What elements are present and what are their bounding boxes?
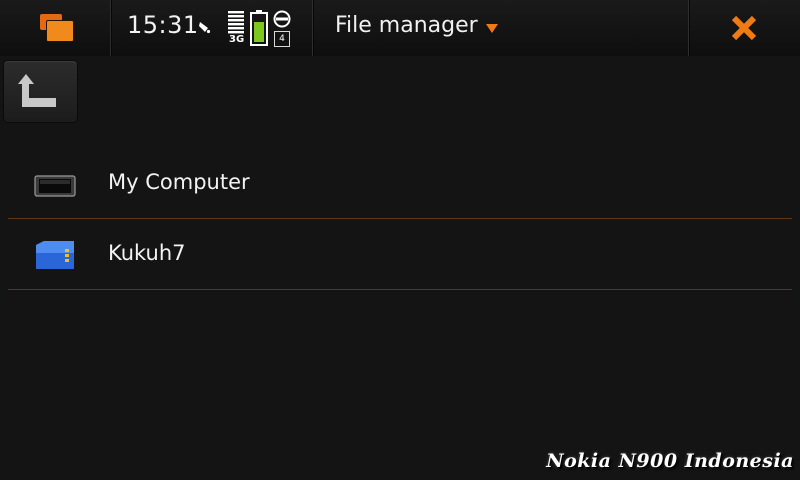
divider xyxy=(688,0,689,56)
task-switcher-button[interactable] xyxy=(0,0,110,56)
device-icon xyxy=(34,175,76,197)
alarm-icon xyxy=(199,22,211,34)
close-button[interactable] xyxy=(690,0,800,56)
divider xyxy=(312,0,313,56)
memory-card-icon xyxy=(36,241,74,269)
status-area[interactable]: 15:31 3G 4 xyxy=(112,0,312,56)
list-item-label: My Computer xyxy=(108,170,250,194)
list-item-kukuh7[interactable]: Kukuh7 xyxy=(8,219,792,290)
divider xyxy=(110,0,111,56)
up-folder-icon xyxy=(18,74,56,107)
list-item-my-computer[interactable]: My Computer xyxy=(8,148,792,219)
battery-icon xyxy=(250,10,268,46)
app-title: File manager xyxy=(335,13,478,38)
app-menu-button[interactable]: File manager xyxy=(314,0,688,56)
notification-count-badge: 4 xyxy=(274,31,290,47)
watermark-text: Nokia N900 Indonesia xyxy=(546,450,794,472)
up-folder-button[interactable] xyxy=(4,61,77,122)
presence-icon xyxy=(273,10,291,28)
list-item-label: Kukuh7 xyxy=(108,241,186,265)
top-bar: 15:31 3G 4 File manager xyxy=(0,0,800,56)
file-list: My Computer Kukuh7 xyxy=(8,148,792,290)
network-type-label: 3G xyxy=(229,34,245,45)
clock: 15:31 xyxy=(127,11,199,39)
dropdown-arrow-icon xyxy=(486,24,498,33)
file-manager-screen: 15:31 3G 4 File manager My Computer Kuku… xyxy=(0,0,800,480)
close-icon xyxy=(731,15,757,41)
